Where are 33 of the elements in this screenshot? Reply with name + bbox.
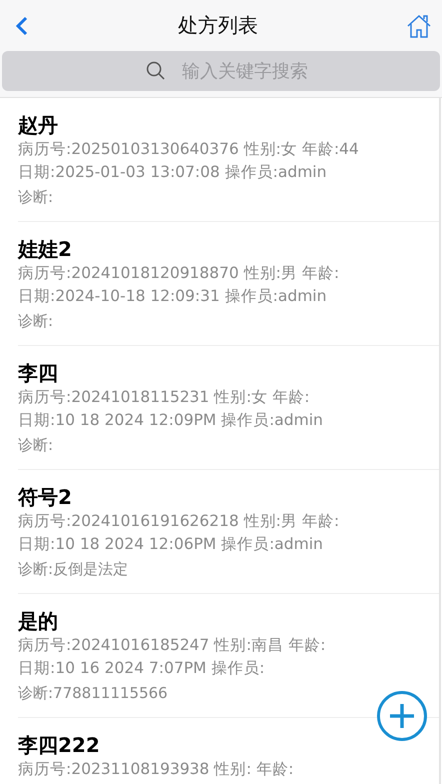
- plus-icon: [389, 703, 415, 729]
- record-item[interactable]: 符号2 病历号:20241016191626218 性别:男 年龄: 日期:10 18 2024 12:06PM 操作员:admin 诊断:反倒是法定: [18, 470, 439, 594]
- patient-name: 赵丹: [18, 112, 59, 138]
- date-info: 日期:2025-01-03 13:07:08 操作员:admin: [18, 162, 328, 183]
- record-info: 病历号:20231108193938 性别: 年龄:: [18, 759, 295, 780]
- patient-name: 李四: [18, 360, 59, 386]
- record-info: 病历号:20250103130640376 性别:女 年龄:44: [18, 139, 360, 160]
- search-bar[interactable]: 输入关键字搜索: [2, 51, 440, 91]
- diagnosis-text: 诊断:: [18, 187, 54, 208]
- date-info: 日期:10 18 2024 12:09PM 操作员:admin: [18, 410, 324, 431]
- record-info: 病历号:20241016185247 性别:南昌 年龄:: [18, 635, 327, 656]
- date-info: 日期:10 16 2024 7:07PM 操作员:: [18, 658, 266, 679]
- record-item[interactable]: 娃娃2 病历号:20241018120918870 性别:男 年龄: 日期:2024-10-18 12:09:31 操作员:admin 诊断:: [18, 222, 439, 346]
- diagnosis-text: 诊断:: [18, 311, 54, 332]
- diagnosis-text: 诊断:反倒是法定: [18, 559, 130, 580]
- record-info: 病历号:20241018120918870 性别:男 年龄:: [18, 263, 340, 284]
- patient-name: 是的: [18, 608, 59, 634]
- diagnosis-text: 诊断:: [18, 435, 54, 456]
- record-info: 病历号:20241018115231 性别:女 年龄:: [18, 387, 311, 408]
- back-icon: [14, 14, 30, 36]
- date-info: 日期:2024-10-18 12:09:31 操作员:admin: [18, 286, 328, 307]
- search-icon: [146, 61, 166, 81]
- patient-name: 李四222: [18, 732, 101, 758]
- record-item[interactable]: 赵丹 病历号:20250103130640376 性别:女 年龄:44 日期:2025-01-03 13:07:08 操作员:admin 诊断:: [18, 98, 439, 222]
- diagnosis-text: 诊断:778811115566: [18, 683, 169, 704]
- record-item[interactable]: 李四 病历号:20241018115231 性别:女 年龄: 日期:10 18 2024 12:09PM 操作员:admin 诊断:: [18, 346, 439, 470]
- home-icon: [406, 12, 432, 38]
- add-button[interactable]: [377, 691, 427, 741]
- date-info: 日期:10 18 2024 12:06PM 操作员:admin: [18, 534, 324, 555]
- patient-name: 娃娃2: [18, 236, 73, 262]
- page-title: 处方列表: [178, 12, 258, 39]
- patient-name: 符号2: [18, 484, 73, 510]
- record-info: 病历号:20241016191626218 性别:男 年龄:: [18, 511, 340, 532]
